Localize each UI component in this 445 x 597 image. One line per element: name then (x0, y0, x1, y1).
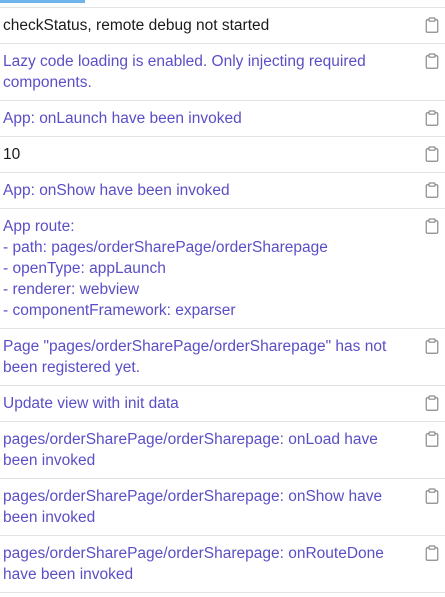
log-entry: pages/orderSharePage/orderSharepage: onR… (0, 536, 445, 593)
log-entry-text: App: onLaunch have been invoked (3, 110, 242, 127)
clipboard-icon[interactable] (425, 338, 439, 354)
clipboard-icon[interactable] (425, 431, 439, 447)
log-entry-text: pages/orderSharePage/orderSharepage: onL… (3, 431, 378, 469)
log-entry-text: pages/orderSharePage/orderSharepage: onS… (3, 488, 383, 526)
log-entry-text: 10 (3, 146, 21, 163)
log-entry: Page "pages/orderSharePage/orderSharepag… (0, 329, 445, 386)
log-entry: pages/orderSharePage/orderSharepage: onL… (0, 422, 445, 479)
clipboard-icon[interactable] (425, 53, 439, 69)
clipboard-icon[interactable] (425, 395, 439, 411)
clipboard-icon[interactable] (425, 17, 439, 33)
clipboard-icon[interactable] (425, 110, 439, 126)
clipboard-icon[interactable] (425, 146, 439, 162)
log-entry-text: Page "pages/orderSharePage/orderSharepag… (3, 338, 387, 376)
log-entry-text: pages/orderSharePage/orderSharepage: onR… (3, 545, 384, 583)
clipboard-icon[interactable] (425, 545, 439, 561)
log-entry-text: App: onShow have been invoked (3, 182, 230, 199)
log-entry: App: onLaunch have been invoked (0, 101, 445, 137)
clipboard-icon[interactable] (425, 488, 439, 504)
console-log-list: checkStatus, remote debug not started La… (0, 7, 445, 593)
active-tab-indicator (0, 0, 85, 3)
clipboard-icon[interactable] (425, 218, 439, 234)
log-entry: Update view with init data (0, 386, 445, 422)
log-entry-text: Update view with init data (3, 395, 179, 412)
log-entry-text: Lazy code loading is enabled. Only injec… (3, 53, 366, 91)
log-entry: checkStatus, remote debug not started (0, 7, 445, 44)
clipboard-icon[interactable] (425, 182, 439, 198)
log-entry-text: checkStatus, remote debug not started (3, 17, 270, 34)
log-entry: pages/orderSharePage/orderSharepage: onS… (0, 479, 445, 536)
log-entry: Lazy code loading is enabled. Only injec… (0, 44, 445, 101)
log-entry: 10 (0, 137, 445, 173)
log-entry: App route: - path: pages/orderSharePage/… (0, 209, 445, 329)
log-entry-text: App route: - path: pages/orderSharePage/… (3, 218, 328, 319)
log-entry: App: onShow have been invoked (0, 173, 445, 209)
